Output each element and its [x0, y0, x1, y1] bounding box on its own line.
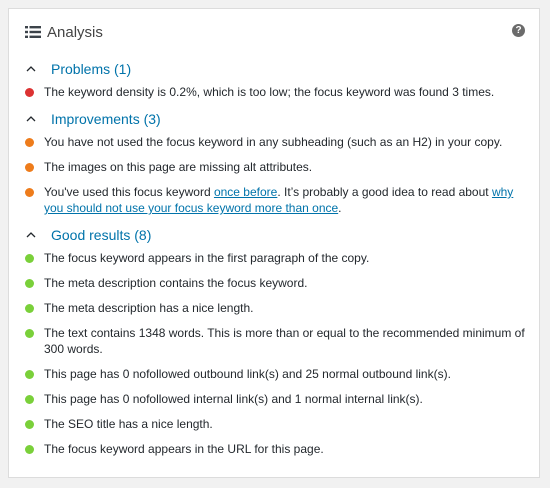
- list-item: You've used this focus keyword once befo…: [25, 184, 525, 216]
- panel-title: Analysis: [47, 23, 103, 41]
- list-item: The text contains 1348 words. This is mo…: [25, 325, 525, 357]
- status-dot-green: [25, 445, 34, 454]
- help-icon[interactable]: ?: [512, 24, 525, 37]
- section-improvements-toggle[interactable]: Improvements (3): [25, 109, 525, 129]
- section-problems: Problems (1) The keyword density is 0.2%…: [25, 59, 525, 100]
- list-item: The meta description contains the focus …: [25, 275, 525, 291]
- status-dot-orange: [25, 188, 34, 197]
- chevron-up-icon: [26, 66, 36, 72]
- section-good-results: Good results (8) The focus keyword appea…: [25, 225, 525, 457]
- status-dot-green: [25, 304, 34, 313]
- analysis-panel: Analysis ? Problems (1) The keyword dens…: [8, 8, 540, 478]
- list-icon: [25, 26, 41, 38]
- item-text: The meta description contains the focus …: [44, 276, 308, 290]
- status-dot-green: [25, 370, 34, 379]
- text-segment: . It’s probably a good idea to read abou…: [277, 185, 492, 199]
- item-text: The images on this page are missing alt …: [44, 160, 313, 174]
- status-dot-green: [25, 329, 34, 338]
- item-text: The meta description has a nice length.: [44, 301, 254, 315]
- status-dot-orange: [25, 163, 34, 172]
- status-dot-orange: [25, 138, 34, 147]
- item-text: The focus keyword appears in the URL for…: [44, 442, 324, 456]
- status-dot-green: [25, 254, 34, 263]
- item-text: You've used this focus keyword once befo…: [44, 184, 525, 216]
- list-item: This page has 0 nofollowed internal link…: [25, 391, 525, 407]
- item-text: The focus keyword appears in the first p…: [44, 251, 370, 265]
- list-item: The focus keyword appears in the URL for…: [25, 441, 525, 457]
- item-text: This page has 0 nofollowed internal link…: [44, 392, 423, 406]
- panel-header: Analysis ?: [25, 19, 525, 45]
- list-item: The SEO title has a nice length.: [25, 416, 525, 432]
- item-text: You have not used the focus keyword in a…: [44, 135, 503, 149]
- section-title: Good results (8): [51, 227, 152, 243]
- item-text: The SEO title has a nice length.: [44, 417, 213, 431]
- item-text: The text contains 1348 words. This is mo…: [44, 326, 525, 356]
- item-text: This page has 0 nofollowed outbound link…: [44, 367, 451, 381]
- once-before-link[interactable]: once before: [214, 185, 277, 199]
- section-title: Improvements (3): [51, 111, 161, 127]
- section-improvements: Improvements (3) You have not used the f…: [25, 109, 525, 216]
- status-dot-green: [25, 279, 34, 288]
- chevron-up-icon: [26, 232, 36, 238]
- list-item: The keyword density is 0.2%, which is to…: [25, 84, 525, 100]
- status-dot-green: [25, 395, 34, 404]
- list-item: The images on this page are missing alt …: [25, 159, 525, 175]
- text-segment: You've used this focus keyword: [44, 185, 214, 199]
- text-segment: .: [338, 201, 342, 215]
- list-item: This page has 0 nofollowed outbound link…: [25, 366, 525, 382]
- status-dot-green: [25, 420, 34, 429]
- list-item: You have not used the focus keyword in a…: [25, 134, 525, 150]
- list-item: The meta description has a nice length.: [25, 300, 525, 316]
- section-problems-toggle[interactable]: Problems (1): [25, 59, 525, 79]
- item-text: The keyword density is 0.2%, which is to…: [44, 85, 495, 99]
- section-title: Problems (1): [51, 61, 132, 77]
- analysis-content: Problems (1) The keyword density is 0.2%…: [25, 59, 525, 466]
- status-dot-red: [25, 88, 34, 97]
- list-item: The focus keyword appears in the first p…: [25, 250, 525, 266]
- chevron-up-icon: [26, 116, 36, 122]
- section-good-results-toggle[interactable]: Good results (8): [25, 225, 525, 245]
